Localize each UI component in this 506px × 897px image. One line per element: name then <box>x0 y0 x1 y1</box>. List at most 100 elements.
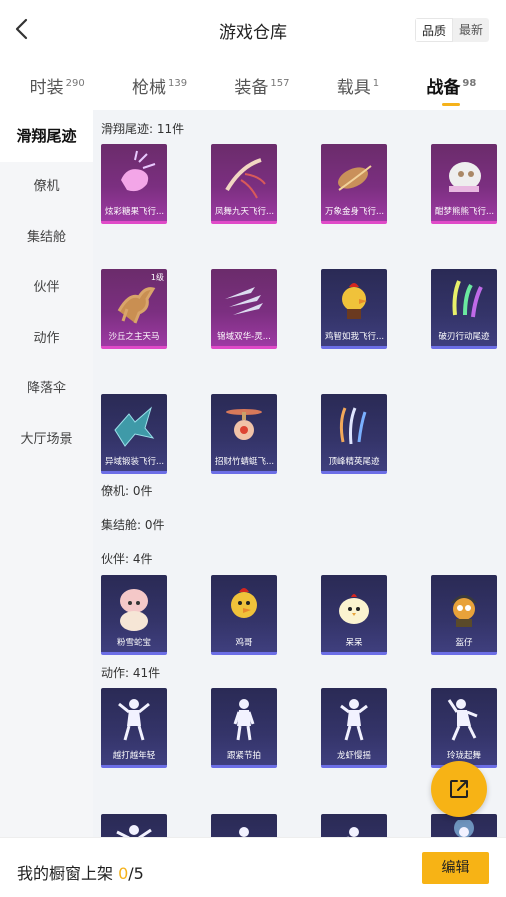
sort-latest-option[interactable]: 最新 <box>453 18 489 42</box>
item-level-badge: 1级 <box>150 273 164 282</box>
sidebar-item-wingman[interactable]: 僚机 <box>0 162 93 213</box>
item-name: 玲珑起舞 <box>446 751 481 761</box>
tab-guns[interactable]: 枪械 139 <box>124 73 195 98</box>
item-card[interactable]: 盔仔 <box>431 575 497 655</box>
sidebar-item-glide-trail[interactable]: 滑翔尾迹 <box>0 110 93 162</box>
sidebar-item-parachute[interactable]: 降落伞 <box>0 364 93 415</box>
tab-count: 290 <box>65 77 85 89</box>
item-card[interactable]: 万象金身飞行... <box>321 144 387 224</box>
item-thumbnail-icon <box>447 699 478 741</box>
item-name: 异域锻装飞行... <box>105 457 165 467</box>
showcase-status: 我的橱窗上架 0/5 <box>17 860 144 884</box>
edit-button[interactable]: 编辑 <box>422 852 489 884</box>
item-card[interactable]: 龙虾慢摇 <box>321 688 387 768</box>
item-thumbnail-icon <box>117 287 156 324</box>
item-card[interactable]: 凤舞九天飞行... <box>211 144 277 224</box>
bottom-bar: 我的橱窗上架 0/5 编辑 <box>0 837 506 897</box>
section-title-partner: 伙伴: 4件 <box>101 552 153 566</box>
tab-label: 装备 <box>234 77 269 98</box>
item-thumbnail-icon <box>225 158 266 199</box>
item-card[interactable]: 鸡哥 <box>211 575 277 655</box>
item-thumbnail-icon <box>233 699 255 741</box>
item-card[interactable]: 破刃行动尾迹 <box>431 269 497 349</box>
item-thumbnail-icon <box>338 165 372 191</box>
item-card[interactable]: 炫彩糖果飞行... <box>101 144 167 224</box>
item-name: 招财竹蜻蜓飞... <box>215 457 275 467</box>
tab-battle-gear[interactable]: 战备 98 <box>418 73 484 106</box>
item-card[interactable]: 1级 沙丘之主天马 <box>101 269 167 349</box>
item-card[interactable]: 异域锻装飞行... <box>101 394 167 474</box>
item-card[interactable]: 招财竹蜻蜓飞... <box>211 394 277 474</box>
tab-count: 98 <box>462 77 477 89</box>
item-thumbnail-icon <box>452 280 483 318</box>
active-tab-indicator <box>442 102 461 106</box>
item-thumbnail-icon <box>340 699 368 741</box>
showcase-total: /5 <box>128 864 144 883</box>
sort-quality-option[interactable]: 品质 <box>415 18 454 42</box>
item-card[interactable]: 越打越年轻 <box>101 688 167 768</box>
sidebar-item-partner[interactable]: 伙伴 <box>0 263 93 314</box>
item-thumbnail-icon <box>346 827 359 837</box>
section-title-action: 动作: 41件 <box>101 666 161 680</box>
item-thumbnail-icon <box>339 594 369 624</box>
item-name: 鸡哥 <box>235 638 253 648</box>
item-card[interactable]: 顶峰精英尾迹 <box>321 394 387 474</box>
item-thumbnail-icon <box>451 595 477 627</box>
item-name: 炫彩糖果飞行... <box>105 207 165 217</box>
item-name: 凤舞九天飞行... <box>215 207 275 217</box>
tab-label: 枪械 <box>132 77 167 98</box>
showcase-label: 我的橱窗上架 <box>17 864 119 883</box>
item-name: 越打越年轻 <box>112 751 156 761</box>
item-card[interactable]: 跟紧节拍 <box>211 688 277 768</box>
external-link-icon <box>450 780 468 798</box>
item-thumbnail-icon <box>231 588 257 618</box>
item-name: 跟紧节拍 <box>226 751 261 761</box>
item-name: 锦域双华-灵... <box>217 332 271 342</box>
section-title-glide: 滑翔尾迹: 11件 <box>101 122 185 136</box>
item-card[interactable] <box>211 814 277 837</box>
item-thumbnail-icon <box>225 287 263 315</box>
showcase-current-count: 0 <box>118 864 129 883</box>
item-name: 破刃行动尾迹 <box>438 332 490 342</box>
header: 游戏仓库 品质 最新 <box>0 0 506 60</box>
item-thumbnail-icon <box>116 825 152 837</box>
sidebar-item-action[interactable]: 动作 <box>0 314 93 365</box>
tab-label: 载具 <box>336 77 371 98</box>
tab-vehicle[interactable]: 载具 1 <box>329 73 387 98</box>
tab-label: 时装 <box>29 77 64 98</box>
tab-count: 1 <box>372 77 380 89</box>
item-card[interactable]: 锦域双华-灵... <box>211 269 277 349</box>
tab-count: 157 <box>270 77 290 89</box>
item-thumbnail-icon <box>339 407 367 445</box>
item-card[interactable]: 玲珑起舞 <box>431 688 497 768</box>
item-name: 粉雪蛇宝 <box>116 638 151 648</box>
tab-outfit[interactable]: 时装 290 <box>22 73 93 98</box>
item-card[interactable]: 呆呆 <box>321 575 387 655</box>
item-card[interactable] <box>101 814 167 837</box>
item-name: 鸡智如我飞行... <box>325 332 385 342</box>
item-card[interactable]: 酣梦熊熊飞行... <box>431 144 497 224</box>
item-card[interactable] <box>431 814 497 837</box>
tab-equipment[interactable]: 装备 157 <box>226 73 297 98</box>
tab-label: 战备 <box>426 77 461 98</box>
item-name: 呆呆 <box>345 638 363 648</box>
item-card[interactable]: 粉雪蛇宝 <box>101 575 167 655</box>
section-title-pod: 集结舱: 0件 <box>101 518 165 532</box>
item-card[interactable] <box>321 814 387 837</box>
item-name: 顶峰精英尾迹 <box>328 457 380 467</box>
item-card[interactable]: 鸡智如我飞行... <box>321 269 387 349</box>
item-thumbnail-icon <box>454 820 474 837</box>
item-grid-content[interactable]: 滑翔尾迹: 11件 炫彩糖果飞行... 凤舞九天飞行... 万象金身飞行... … <box>93 110 506 837</box>
sidebar-item-lobby-scene[interactable]: 大厅场景 <box>0 415 93 466</box>
category-tabs: 时装 290 枪械 139 装备 157 载具 1 战备 98 <box>0 60 506 110</box>
item-thumbnail-icon <box>226 409 262 440</box>
sidebar-item-pod[interactable]: 集结舱 <box>0 213 93 264</box>
item-thumbnail-icon <box>239 827 249 837</box>
tab-count: 139 <box>168 77 188 89</box>
item-thumbnail-icon <box>449 162 481 192</box>
sidebar: 滑翔尾迹 僚机 集结舱 伙伴 动作 降落伞 大厅场景 <box>0 110 93 837</box>
item-thumbnail-icon <box>114 406 155 447</box>
item-thumbnail-icon <box>121 150 156 192</box>
sort-toggle[interactable]: 品质 最新 <box>415 18 490 42</box>
share-button[interactable] <box>431 761 487 817</box>
